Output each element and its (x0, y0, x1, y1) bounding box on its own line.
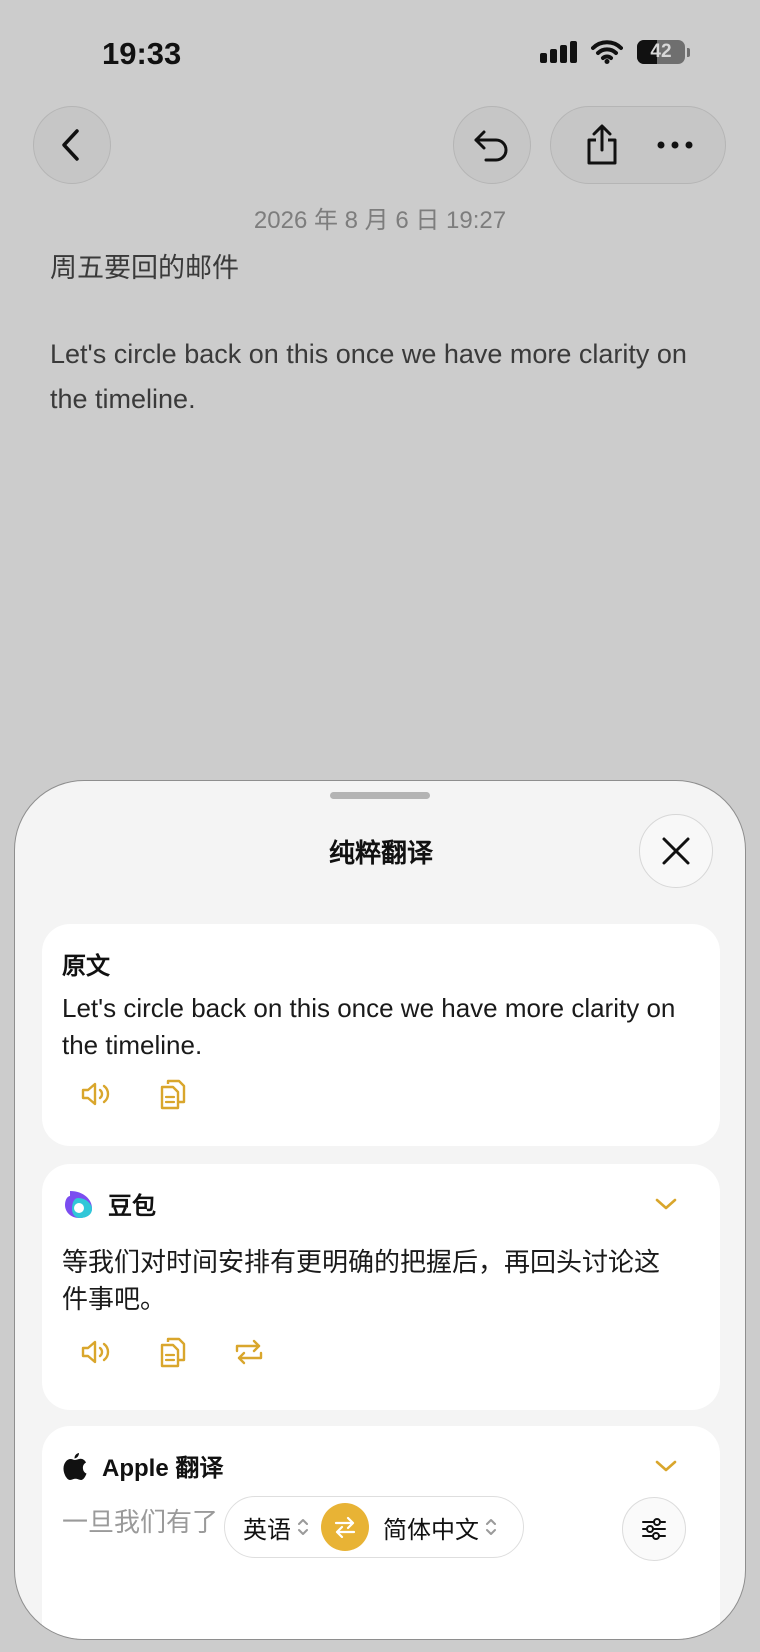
language-bar: 英语 简体中文 (224, 1496, 524, 1558)
original-actions (80, 1077, 190, 1111)
doubao-logo-icon (65, 1190, 92, 1218)
source-language-label: 英语 (243, 1516, 291, 1544)
swap-arrows-icon (334, 1516, 356, 1538)
apple-label: Apple 翻译 (102, 1455, 224, 1482)
doubao-label: 豆包 (108, 1193, 156, 1220)
translation-sheet: 纯粹翻译 原文 Let's circle back on this once w… (14, 780, 746, 1640)
copy-button[interactable] (156, 1077, 190, 1111)
status-icons: 42 (540, 40, 690, 64)
apple-expand-button[interactable] (652, 1452, 680, 1480)
apple-header: Apple 翻译 (62, 1448, 223, 1483)
settings-button[interactable] (622, 1497, 686, 1561)
share-button[interactable] (572, 115, 632, 175)
doubao-header: 豆包 (62, 1186, 156, 1221)
copy-button[interactable] (156, 1335, 190, 1369)
more-dots-icon (657, 141, 692, 149)
back-button[interactable] (33, 106, 111, 184)
chevron-down-icon (655, 1460, 677, 1472)
note-date: 2026 年 8 月 6 日 19:27 (253, 207, 507, 234)
note-body: Let's circle back on this once we have m… (50, 339, 687, 414)
apple-text: 一旦我们有了 (62, 1507, 219, 1537)
status-bar: 19:33 42 (0, 0, 760, 100)
original-card: 原文 Let's circle back on this once we hav… (42, 924, 720, 1146)
copy-icon (160, 1079, 186, 1110)
source-language-select[interactable]: 英语 (243, 1510, 309, 1545)
copy-icon (160, 1337, 186, 1368)
wifi-icon (591, 40, 623, 64)
doubao-expand-button[interactable] (652, 1190, 680, 1218)
speak-button[interactable] (80, 1335, 114, 1369)
chevron-up-down-icon (298, 1519, 308, 1535)
original-label: 原文 (62, 953, 110, 980)
actions-pill (550, 106, 726, 184)
apple-logo-icon (63, 1452, 87, 1480)
battery-level: 42 (650, 41, 672, 62)
speak-button[interactable] (80, 1077, 114, 1111)
close-icon (662, 837, 690, 865)
original-header: 原文 (62, 946, 110, 981)
battery-icon: 42 (637, 40, 685, 64)
sheet-title: 纯粹翻译 (328, 838, 433, 868)
chevron-down-icon (655, 1198, 677, 1210)
doubao-text: 等我们对时间安排有更明确的把握后，再回头讨论这件事吧。 (62, 1247, 661, 1314)
swap-languages-button[interactable] (321, 1503, 369, 1551)
sheet-grabber[interactable] (330, 792, 430, 799)
sliders-icon (642, 1518, 666, 1540)
note-title: 周五要回的邮件 (50, 253, 239, 283)
chevron-up-down-icon (486, 1519, 496, 1535)
retranslate-button[interactable] (232, 1335, 266, 1369)
speaker-icon (81, 1082, 110, 1106)
undo-button[interactable] (453, 106, 531, 184)
target-language-label: 简体中文 (383, 1516, 479, 1544)
speaker-icon (81, 1340, 110, 1364)
target-language-select[interactable]: 简体中文 (383, 1510, 497, 1545)
original-text: Let's circle back on this once we have m… (62, 993, 676, 1060)
share-icon (587, 124, 616, 165)
status-time: 19:33 (102, 36, 182, 71)
battery-nub (687, 47, 690, 57)
close-button[interactable] (639, 814, 713, 888)
repeat-icon (235, 1339, 263, 1365)
undo-arrow-icon (474, 130, 508, 162)
doubao-actions (80, 1335, 266, 1369)
cellular-signal-icon (540, 41, 577, 63)
more-button[interactable] (645, 115, 705, 175)
chevron-left-icon (62, 129, 79, 161)
doubao-card: 豆包 等我们对时间安排有更明确的把握后，再回头讨论这件事吧。 (42, 1164, 720, 1410)
